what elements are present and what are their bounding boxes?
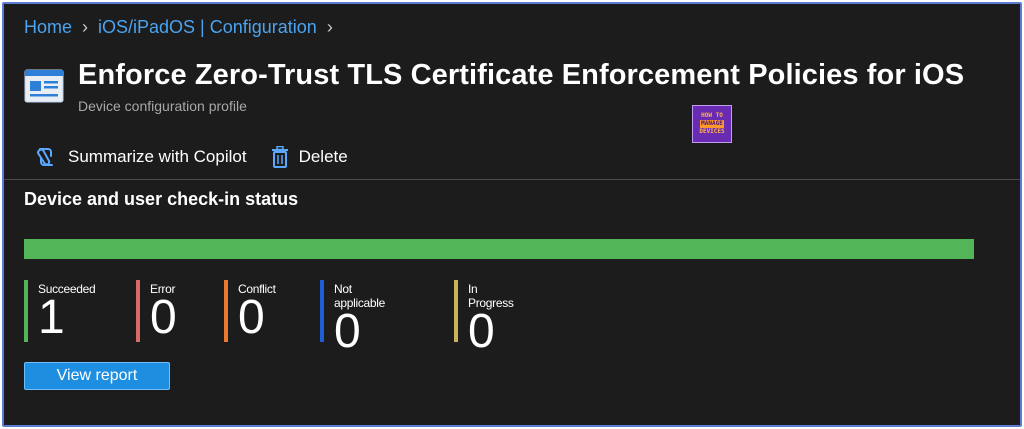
copilot-icon [34,147,58,167]
command-bar: Summarize with Copilot Delete [34,144,348,170]
page-title: Enforce Zero-Trust TLS Certificate Enfor… [78,59,965,91]
copilot-button-label: Summarize with Copilot [68,147,247,166]
breadcrumb: Home › iOS/iPadOS | Configuration › [24,17,333,38]
stat-value: 0 [150,291,177,344]
watermark-line-2: MANAGE [700,120,724,128]
chevron-right-icon: › [82,17,89,37]
stat-conflict[interactable]: Conflict 0 [224,280,276,342]
stat-value: 0 [238,291,265,344]
stat-value: 1 [38,291,65,344]
watermark-logo: HOW TO MANAGE DEVICES [692,105,732,143]
watermark-line-3: DEVICES [699,128,725,135]
breadcrumb-configuration-link[interactable]: iOS/iPadOS | Configuration [98,17,317,38]
checkin-progress-bar [24,239,974,259]
stat-in-progress[interactable]: In Progress 0 [454,280,514,356]
stat-value: 0 [468,305,495,358]
header-divider [4,179,1020,180]
progress-succeeded-fill [24,239,974,259]
stat-error[interactable]: Error 0 [136,280,177,342]
summarize-copilot-button[interactable]: Summarize with Copilot [34,147,247,167]
watermark-line-1: HOW TO [701,112,723,119]
chevron-right-icon: › [326,17,333,37]
breadcrumb-home-link[interactable]: Home [24,17,72,38]
stat-not-applicable[interactable]: Not applicable 0 [320,280,385,356]
trash-icon [271,146,289,168]
stat-value: 0 [334,305,361,358]
delete-button[interactable]: Delete [271,146,348,168]
page-subtitle: Device configuration profile [78,98,247,114]
delete-button-label: Delete [298,147,348,166]
view-report-button[interactable]: View report [24,362,170,390]
stat-succeeded[interactable]: Succeeded 1 [24,280,96,344]
portal-window: Home › iOS/iPadOS | Configuration › Enfo… [2,2,1022,427]
checkin-status-heading: Device and user check-in status [24,189,299,209]
profile-window-icon [24,69,64,103]
